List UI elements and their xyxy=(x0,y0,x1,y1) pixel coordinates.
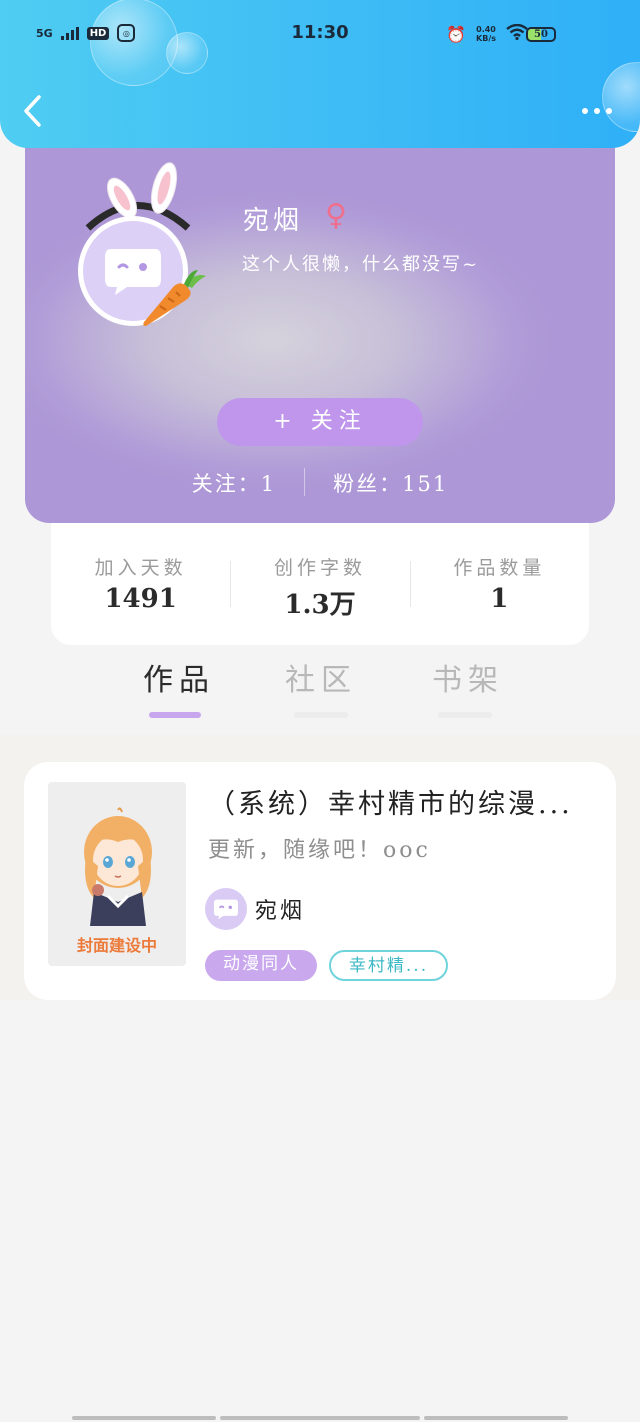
cover-placeholder-text: 封面建设中 xyxy=(76,936,157,955)
decor-bubble xyxy=(602,62,640,132)
more-button[interactable] xyxy=(582,108,612,114)
profile-card: 宛烟 ♀ 这个人很懒，什么都没写~ + 关注 关注：1 粉丝：151 xyxy=(25,118,615,523)
tab-indicator xyxy=(438,712,492,718)
top-header: 5G HD ◎ 11:30 ⏰ 0.40 KB/s 50 xyxy=(0,0,640,148)
followers-count[interactable]: 粉丝：151 xyxy=(305,468,476,498)
tab-works[interactable]: 作品 xyxy=(143,655,215,699)
follow-counts: 关注：1 粉丝：151 xyxy=(25,468,615,498)
more-dot-icon xyxy=(606,108,612,114)
user-name: 宛烟 xyxy=(243,206,304,236)
alarm-icon: ⏰ xyxy=(446,24,467,44)
author-avatar xyxy=(205,888,247,930)
stats-panel: 加入天数 1491 创作字数 1.3万 作品数量 1 xyxy=(51,523,589,645)
tag-category[interactable]: 动漫同人 xyxy=(205,950,317,981)
wifi-icon xyxy=(506,23,528,44)
tab-bookshelf[interactable]: 书架 xyxy=(432,655,504,699)
status-bar: 5G HD ◎ 11:30 ⏰ 0.40 KB/s 50 xyxy=(0,22,640,52)
tab-bar: 作品 社区 书架 xyxy=(0,655,640,735)
author-name: 宛烟 xyxy=(255,899,306,924)
back-button[interactable] xyxy=(22,94,52,134)
tab-indicator xyxy=(294,712,348,718)
net-speed: 0.40 KB/s xyxy=(476,25,496,43)
user-bio: 这个人很懒，什么都没写~ xyxy=(242,254,480,275)
book-cover[interactable]: 封面建设中 xyxy=(48,782,186,966)
avatar[interactable] xyxy=(78,158,228,326)
anime-girl-illustration xyxy=(84,807,152,926)
book-author[interactable]: 宛烟 xyxy=(205,888,305,930)
more-dot-icon xyxy=(582,108,588,114)
stat-join-days: 加入天数 1491 xyxy=(94,557,187,614)
stat-works-count: 作品数量 1 xyxy=(409,523,589,645)
female-gender-icon: ♀ xyxy=(325,198,347,233)
home-indicator xyxy=(72,1416,216,1420)
book-title[interactable]: （系统）幸村精市的综漫... xyxy=(208,782,608,821)
carrot-icon xyxy=(143,270,206,326)
tag-keyword[interactable]: 幸村精... xyxy=(329,950,448,981)
battery-icon: 50 xyxy=(526,27,556,42)
book-description: 更新，随缘吧！ooc xyxy=(208,838,431,863)
following-count[interactable]: 关注：1 xyxy=(164,468,304,498)
tab-indicator xyxy=(149,712,201,718)
more-dot-icon xyxy=(594,108,600,114)
stat-word-count: 创作字数 1.3万 xyxy=(230,523,409,645)
tab-community[interactable]: 社区 xyxy=(285,655,357,699)
chevron-left-icon xyxy=(24,95,41,127)
chat-bubble-icon xyxy=(214,899,238,920)
home-indicator xyxy=(424,1416,568,1420)
follow-button[interactable]: + 关注 xyxy=(217,398,423,446)
work-card[interactable]: 封面建设中 （系统）幸村精市的综漫... 更新，随缘吧！ooc 宛烟 动漫同人 … xyxy=(24,762,616,1000)
home-indicator xyxy=(220,1416,420,1420)
